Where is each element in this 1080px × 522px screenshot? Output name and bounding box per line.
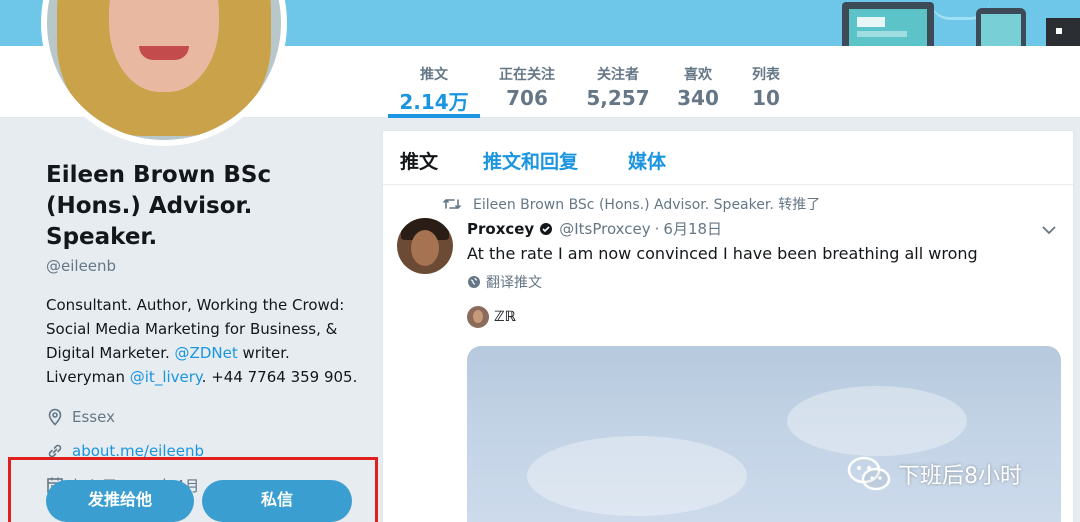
tagged-user[interactable]: ℤℝ	[467, 306, 516, 328]
stat-label: 推文	[420, 67, 448, 83]
stat-tweets[interactable]: 推文 2.14万	[388, 46, 480, 118]
watermark: 下班后8小时	[846, 454, 1022, 494]
timeline-tabs: 推文 推文和回复 媒体	[383, 131, 1073, 185]
bio-text: . +44 7764 359 905.	[201, 368, 358, 386]
retweet-context: Eileen Brown BSc (Hons.) Advisor. Speake…	[443, 194, 820, 214]
retweet-icon	[443, 199, 461, 209]
tweet-text: At the rate I am now convinced I have be…	[467, 244, 978, 263]
location-text: Essex	[72, 408, 115, 426]
profile-location: Essex	[46, 405, 366, 429]
tweet-header: Proxcey @ItsProxcey · 6月18日	[467, 218, 722, 239]
globe-icon	[468, 276, 480, 288]
wechat-icon	[847, 456, 891, 491]
tweet-author-avatar[interactable]	[397, 218, 453, 274]
location-icon	[48, 408, 62, 426]
tweet-media-image[interactable]	[467, 346, 1061, 522]
bio-link-zdnet[interactable]: @ZDNet	[175, 344, 238, 362]
stat-value: 340	[677, 86, 719, 110]
tweet-separator: ·	[654, 219, 660, 238]
stat-value: 10	[752, 86, 780, 110]
banner-laptop-illustration	[842, 2, 934, 46]
retweet-context-text: Eileen Brown BSc (Hons.) Advisor. Speake…	[473, 197, 821, 213]
profile-avatar[interactable]	[41, 0, 287, 146]
translate-label: 翻译推文	[486, 275, 542, 291]
stat-label: 喜欢	[684, 67, 712, 83]
stat-label: 列表	[752, 67, 780, 83]
stat-label: 正在关注	[499, 67, 555, 83]
tagged-user-name: ℤℝ	[494, 309, 516, 325]
tab-tweets[interactable]: 推文	[400, 147, 438, 174]
stat-followers[interactable]: 关注者 5,257	[583, 46, 653, 118]
banner-tablet-illustration	[976, 8, 1026, 46]
tweet-author-name[interactable]: Proxcey	[467, 220, 534, 238]
verified-icon	[540, 222, 553, 235]
tab-media[interactable]: 媒体	[628, 147, 666, 174]
profile-handle[interactable]: @eileenb	[46, 257, 366, 275]
chevron-down-icon[interactable]	[1041, 224, 1057, 236]
tab-tweets-and-replies[interactable]: 推文和回复	[483, 147, 578, 174]
stat-label: 关注者	[597, 67, 639, 83]
profile-name[interactable]: Eileen Brown BSc (Hons.) Advisor. Speake…	[46, 160, 366, 253]
watermark-text: 下班后8小时	[898, 464, 1022, 489]
tagged-user-avatar	[467, 306, 489, 328]
tweet-date[interactable]: 6月18日	[663, 218, 722, 239]
stat-value: 706	[506, 86, 548, 110]
stat-following[interactable]: 正在关注 706	[492, 46, 562, 118]
banner-device-illustration	[1046, 18, 1080, 46]
profile-card: Eileen Brown BSc (Hons.) Advisor. Speake…	[46, 160, 366, 497]
stat-value: 5,257	[586, 86, 650, 110]
stat-lists[interactable]: 列表 10	[742, 46, 790, 118]
tweet-author-handle[interactable]: @ItsProxcey	[559, 220, 650, 238]
highlight-box	[8, 457, 378, 522]
bio-link-it-livery[interactable]: @it_livery	[130, 368, 202, 386]
translate-tweet-link[interactable]: 翻译推文	[467, 272, 542, 292]
active-tab-indicator	[388, 114, 480, 118]
stat-value: 2.14万	[399, 90, 469, 114]
stat-likes[interactable]: 喜欢 340	[672, 46, 724, 118]
profile-bio: Consultant. Author, Working the Crowd: S…	[46, 293, 366, 389]
